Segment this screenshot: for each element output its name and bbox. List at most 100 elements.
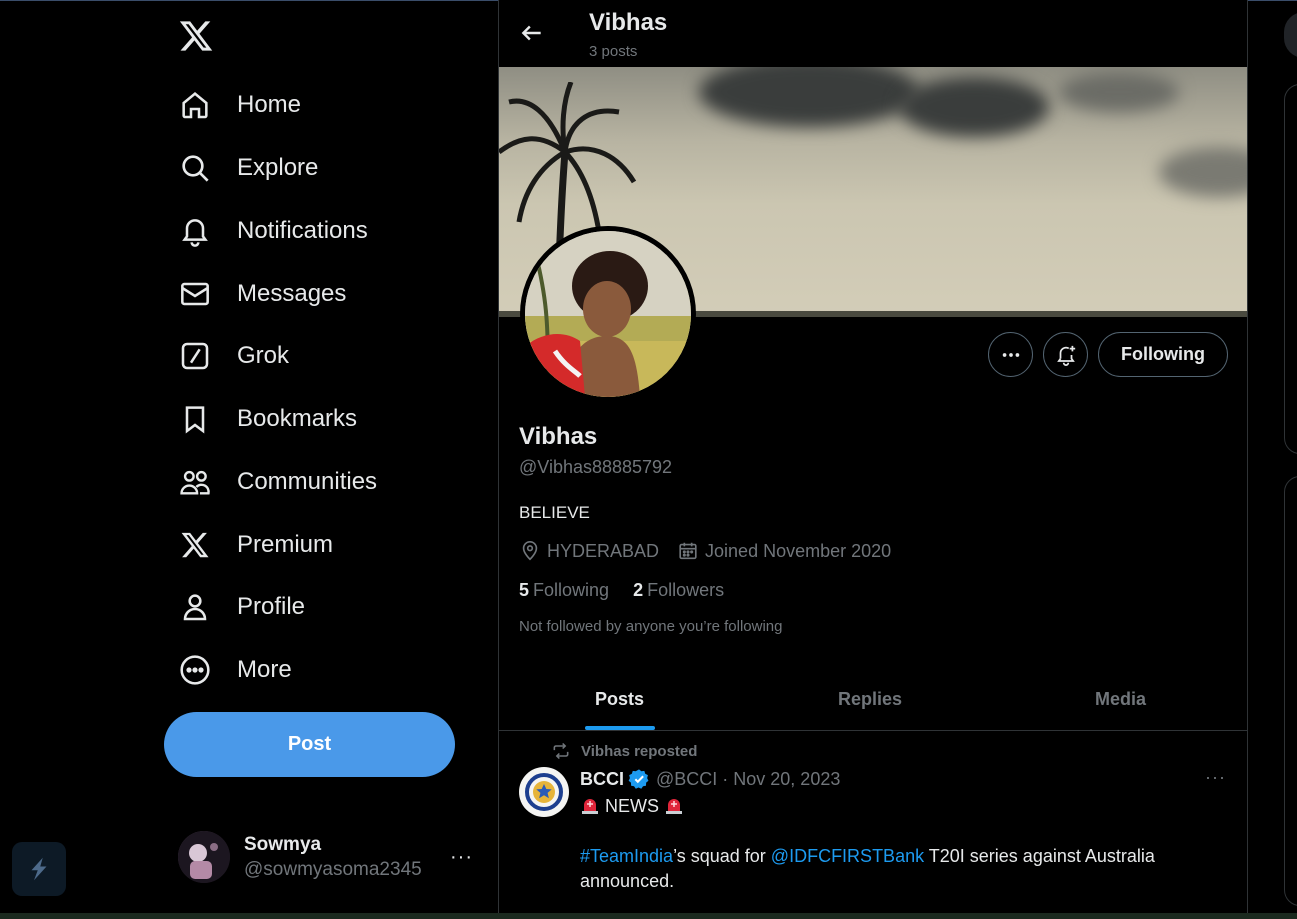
bell-icon: [178, 214, 212, 248]
back-arrow-icon[interactable]: [519, 20, 547, 48]
verified-badge-icon: [628, 769, 649, 789]
repost-label: Vibhas reposted: [581, 742, 698, 760]
post-author-avatar[interactable]: [519, 767, 569, 817]
profile-location: HYDERABAD: [519, 540, 659, 562]
profile-name: Vibhas: [519, 423, 598, 450]
header-name: Vibhas: [589, 9, 668, 36]
post[interactable]: Vibhas reposted BCCI @BCCI · Nov 20, 202…: [499, 731, 1247, 919]
more-dots-icon: [1002, 352, 1019, 357]
followed-by-note: Not followed by anyone you’re following: [519, 618, 783, 635]
nav-item-grok[interactable]: Grok: [178, 336, 289, 376]
nav-label: Bookmarks: [237, 405, 358, 432]
nav-item-messages[interactable]: Messages: [178, 274, 346, 314]
hashtag-link[interactable]: #TeamIndia: [580, 846, 673, 866]
right-panel-card: [1284, 84, 1297, 454]
person-icon: [178, 590, 212, 624]
envelope-icon: [178, 277, 212, 311]
post-line-body: #TeamIndia’s squad for @IDFCFIRSTBank T2…: [580, 844, 1220, 894]
nav-item-home[interactable]: Home: [178, 85, 301, 125]
home-icon: [178, 88, 212, 122]
nav-item-profile[interactable]: Profile: [178, 587, 305, 627]
grok-icon: [178, 339, 212, 373]
account-names: Sowmya @sowmyasoma2345: [244, 834, 422, 881]
following-count: 5: [519, 580, 530, 600]
profile-bio: BELIEVE: [519, 503, 590, 522]
tab-posts[interactable]: Posts: [499, 668, 749, 730]
post-more-icon[interactable]: ···: [1205, 767, 1226, 788]
account-handle: @sowmyasoma2345: [244, 858, 422, 880]
sidebar: Home Explore Notifications Messages Grok…: [0, 0, 498, 919]
right-search-bar[interactable]: [1284, 12, 1297, 58]
profile-avatar[interactable]: [520, 226, 696, 402]
nav-label: Premium: [237, 531, 334, 558]
communities-icon: [178, 465, 212, 499]
nav-item-premium[interactable]: Premium: [178, 525, 333, 565]
more-circle-icon: [178, 653, 212, 687]
profile-tabs: Posts Replies Media: [499, 668, 1247, 731]
bcci-logo-icon: [520, 768, 568, 816]
post-text-a: ’s squad for: [673, 846, 771, 866]
main-column: Vibhas 3 posts Following Vibhas @Vibhas8…: [498, 0, 1248, 919]
repost-indicator: Vibhas reposted: [551, 741, 697, 761]
x-logo-icon[interactable]: [178, 18, 216, 56]
nav-label: Notifications: [237, 217, 368, 244]
profile-stats: 5 Following 2 Followers: [519, 580, 748, 601]
banner-cloud: [1159, 147, 1247, 197]
post-button[interactable]: Post: [164, 712, 455, 777]
post-text: NEWS #TeamIndia’s squad for @IDFCFIRSTBa…: [580, 794, 1220, 894]
following-stat[interactable]: 5 Following: [519, 580, 609, 601]
post-handle-date: @BCCI · Nov 20, 2023: [656, 768, 841, 789]
nav-label: Home: [237, 91, 302, 118]
nav-label: More: [237, 656, 292, 683]
avatar: [178, 831, 230, 883]
banner-cloud: [899, 77, 1049, 137]
x-logo-icon: [178, 528, 212, 562]
post-news-label: NEWS: [605, 796, 660, 816]
following-label: Following: [533, 580, 610, 600]
mention-link[interactable]: @IDFCFIRSTBank: [771, 846, 924, 866]
account-switcher[interactable]: Sowmya @sowmyasoma2345 ···: [178, 830, 478, 884]
profile-meta: HYDERABAD Joined November 2020: [519, 540, 909, 562]
profile-handle: @Vibhas88885792: [519, 457, 673, 477]
nav-label: Messages: [237, 280, 347, 307]
nav-item-more[interactable]: More: [178, 650, 292, 690]
bookmark-icon: [178, 402, 212, 436]
profile-joined: Joined November 2020: [677, 540, 891, 562]
joined-text: Joined November 2020: [705, 540, 892, 561]
account-more-icon[interactable]: ···: [450, 846, 473, 869]
nav-item-explore[interactable]: Explore: [178, 148, 318, 188]
post-line-news: NEWS: [580, 794, 1220, 819]
followers-label: Followers: [647, 580, 725, 600]
post-author-name[interactable]: BCCI: [580, 769, 624, 790]
tab-replies[interactable]: Replies: [749, 668, 999, 730]
header-post-count: 3 posts: [589, 43, 638, 60]
nav-label: Communities: [237, 468, 378, 495]
account-name: Sowmya: [244, 833, 322, 855]
nav-item-notifications[interactable]: Notifications: [178, 211, 368, 251]
post-header: BCCI @BCCI · Nov 20, 2023: [580, 768, 840, 790]
location-pin-icon: [522, 541, 538, 561]
tab-media[interactable]: Media: [999, 668, 1247, 730]
banner-cloud: [1059, 72, 1179, 112]
right-panel-card: [1284, 476, 1297, 906]
notify-button[interactable]: [1043, 332, 1088, 377]
nav-label: Grok: [237, 342, 290, 369]
siren-icon: [666, 799, 683, 814]
nav-item-bookmarks[interactable]: Bookmarks: [178, 399, 357, 439]
profile-header-bar: Vibhas 3 posts: [499, 0, 1247, 67]
search-icon: [178, 151, 212, 185]
repost-icon: [553, 742, 569, 760]
siren-icon: [582, 799, 598, 814]
nav-label: Profile: [237, 593, 306, 620]
followers-stat[interactable]: 2 Followers: [633, 580, 724, 601]
profile-more-button[interactable]: [988, 332, 1033, 377]
calendar-icon: [679, 542, 697, 560]
banner-cloud: [699, 67, 919, 127]
nav-label: Explore: [237, 154, 319, 181]
bottom-edge: [0, 913, 1297, 919]
following-button[interactable]: Following: [1098, 332, 1228, 377]
extension-icon[interactable]: [12, 842, 66, 896]
nav-item-communities[interactable]: Communities: [178, 462, 377, 502]
bell-plus-icon: [1056, 345, 1075, 366]
